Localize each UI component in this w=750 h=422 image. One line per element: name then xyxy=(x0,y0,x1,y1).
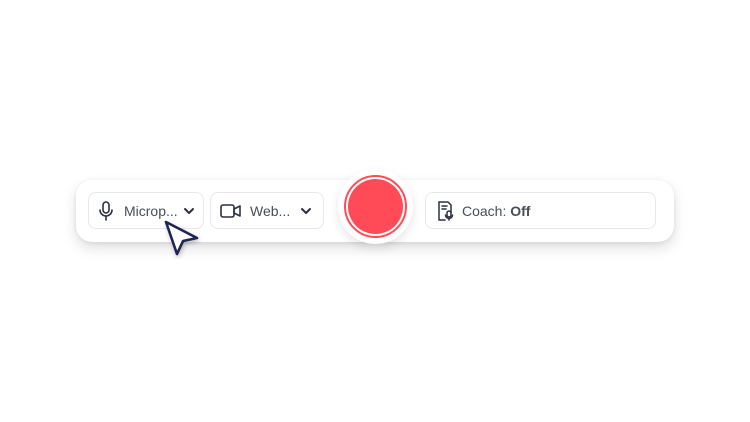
chevron-down-icon[interactable] xyxy=(300,207,312,215)
page: Microp... Web... Coach: Off xyxy=(0,0,750,422)
coach-state: Off xyxy=(510,202,531,219)
coach-icon xyxy=(436,200,454,221)
webcam-label: Web... xyxy=(250,202,291,219)
microphone-label: Microp... xyxy=(124,202,178,219)
coach-toggle[interactable]: Coach: Off xyxy=(425,192,656,229)
record-dot xyxy=(348,179,403,234)
coach-label-text: Coach: xyxy=(462,202,511,219)
coach-label: Coach: Off xyxy=(462,203,530,219)
microphone-icon xyxy=(98,200,114,221)
video-camera-icon xyxy=(220,203,242,219)
webcam-select[interactable]: Web... xyxy=(210,192,324,229)
mouse-cursor-icon xyxy=(164,220,199,256)
chevron-down-icon[interactable] xyxy=(183,207,195,215)
record-button[interactable] xyxy=(344,175,407,238)
